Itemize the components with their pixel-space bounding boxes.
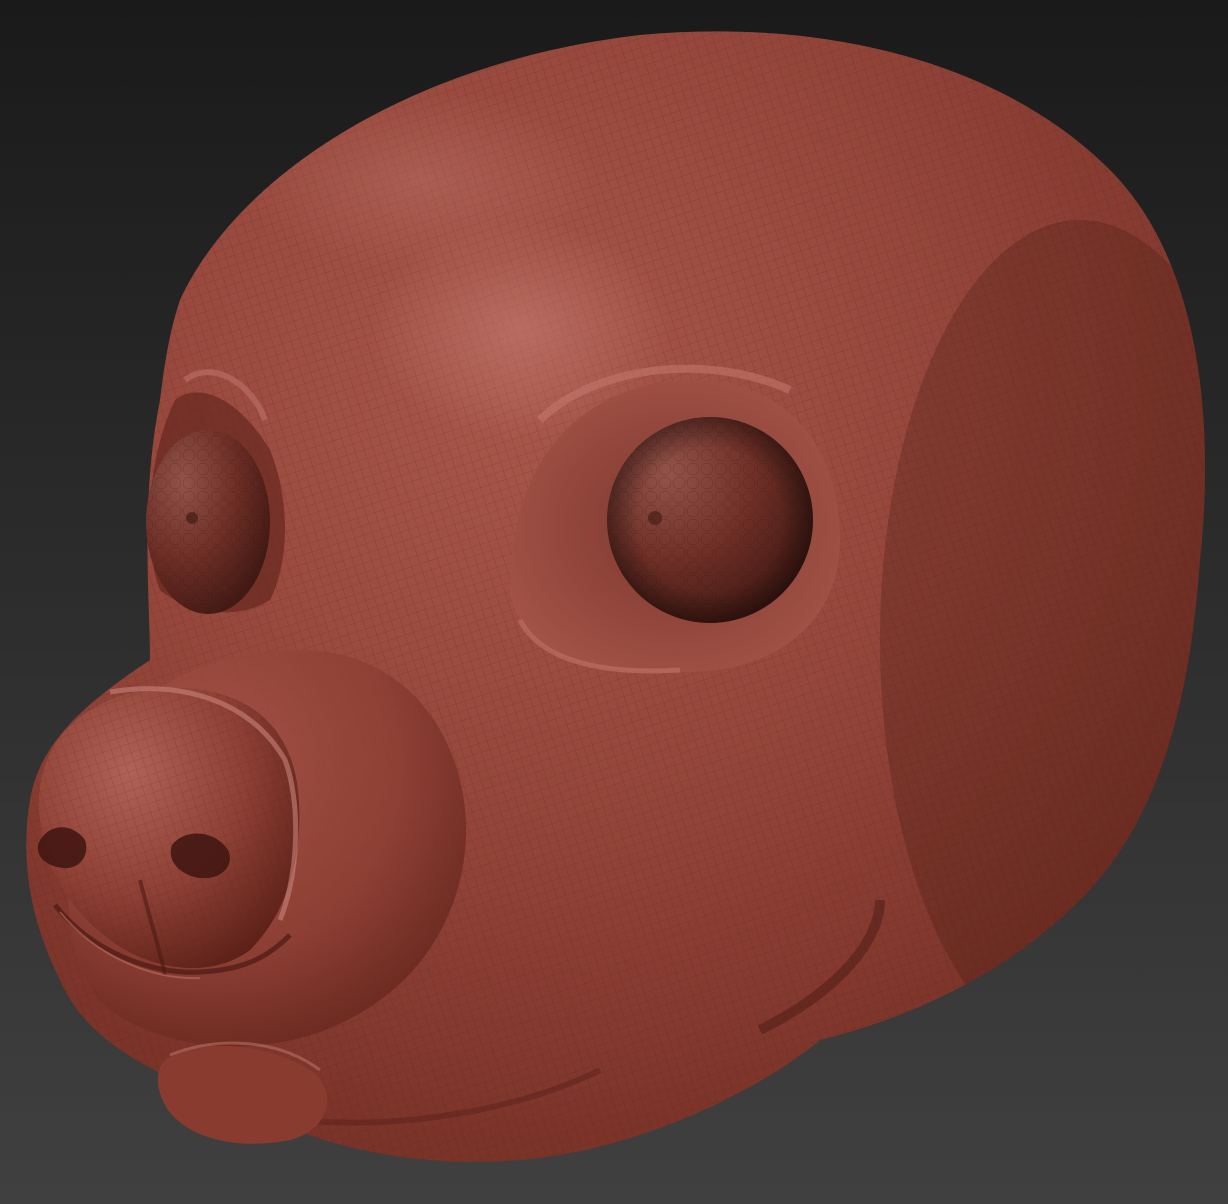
right-eyeball xyxy=(607,417,813,623)
render-canvas xyxy=(0,0,1228,1204)
left-eyeball xyxy=(146,430,270,614)
sculpt-viewport[interactable] xyxy=(0,0,1228,1204)
